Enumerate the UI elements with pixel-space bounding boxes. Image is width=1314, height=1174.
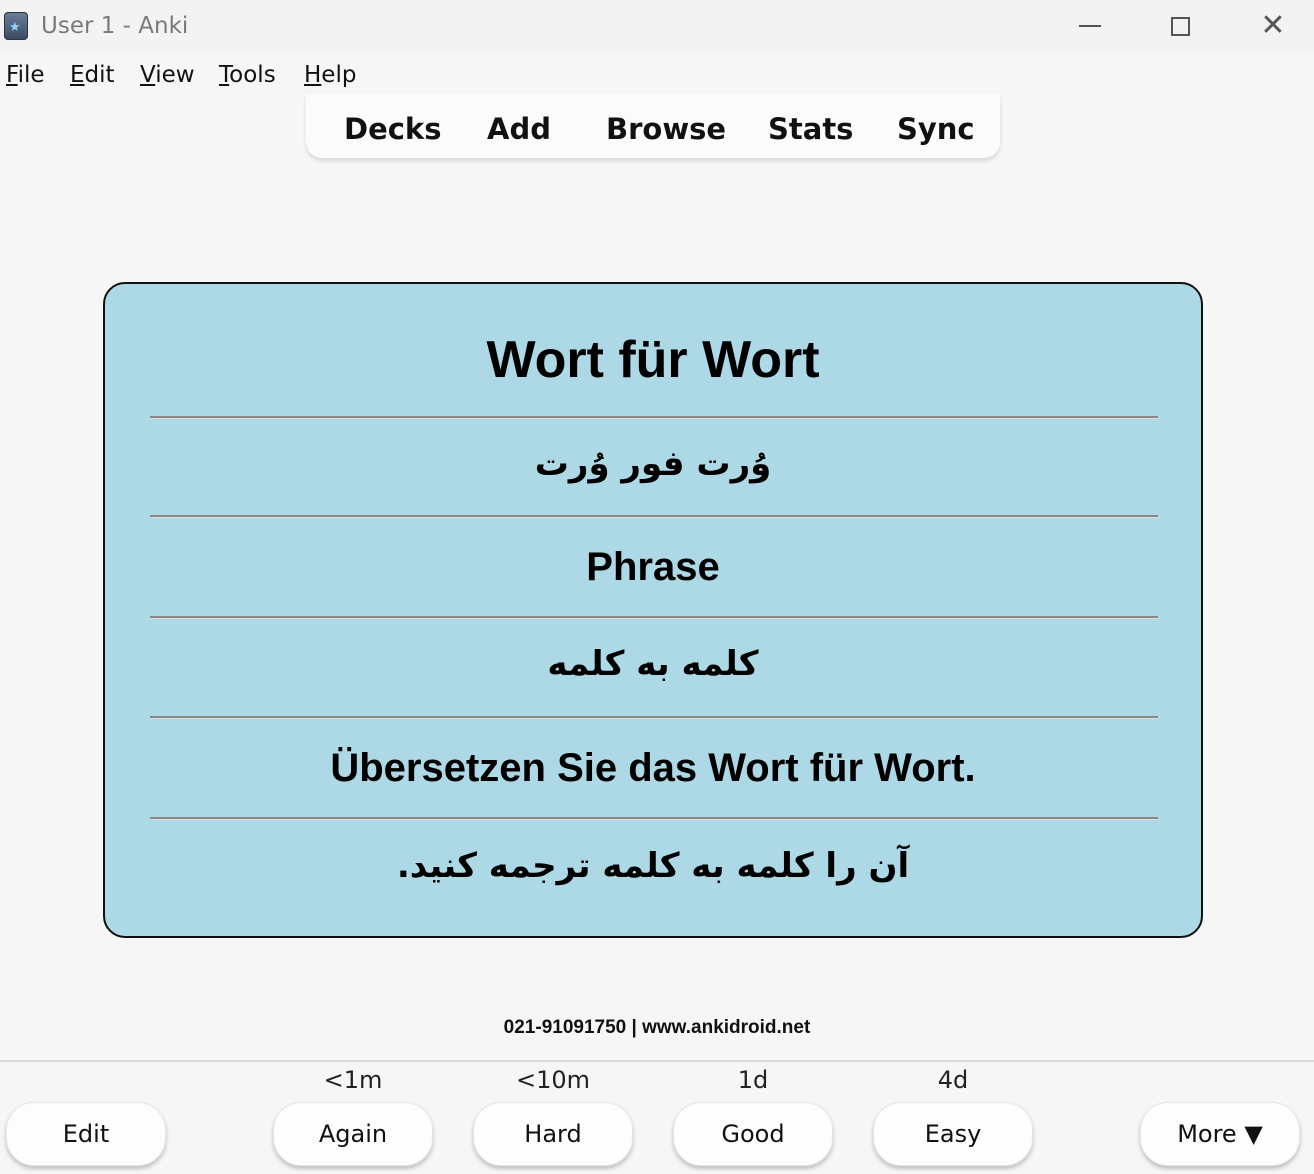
menu-tools-accel: T — [219, 62, 230, 88]
close-button[interactable]: ✕ — [1253, 8, 1293, 44]
good-interval: 1d — [737, 1066, 769, 1094]
again-button[interactable]: Again — [273, 1102, 433, 1166]
menu-help[interactable]: Help — [304, 62, 356, 88]
card-example: Übersetzen Sie das Wort für Wort. — [330, 746, 976, 790]
divider — [150, 817, 1158, 820]
menu-help-label: elp — [321, 62, 357, 88]
menu-file-accel: F — [6, 62, 18, 88]
menu-edit[interactable]: Edit — [70, 62, 115, 88]
close-icon: ✕ — [1260, 8, 1286, 43]
divider — [150, 416, 1158, 419]
card-pronunciation: وُرت فور وُرت — [534, 444, 772, 484]
main-toolbar: Decks Add Browse Stats Sync — [306, 94, 1000, 158]
menu-edit-accel: E — [70, 62, 85, 88]
card-example-translation: آن را کلمه به کلمه ترجمه کنید. — [396, 846, 910, 886]
footer-contact: 021-91091750 | www.ankidroid.net — [503, 1017, 811, 1038]
divider — [150, 716, 1158, 719]
hard-button[interactable]: Hard — [473, 1102, 633, 1166]
flashcard: Wort für Wort وُرت فور وُرت Phrase کلمه … — [103, 282, 1203, 938]
more-button[interactable]: More ▼ — [1140, 1102, 1300, 1166]
easy-button[interactable]: Easy — [873, 1102, 1033, 1166]
answer-bar — [0, 1060, 1314, 1174]
menu-file-label: ile — [17, 62, 45, 88]
maximize-button[interactable] — [1160, 8, 1200, 44]
toolbar-add[interactable]: Add — [487, 112, 551, 146]
menu-view-accel: V — [140, 62, 156, 88]
easy-interval: 4d — [937, 1066, 969, 1094]
toolbar-decks[interactable]: Decks — [344, 112, 441, 146]
anki-app-icon — [4, 12, 28, 40]
menu-file[interactable]: File — [6, 62, 45, 88]
minimize-button[interactable] — [1070, 8, 1110, 44]
card-translation: کلمه به کلمه — [547, 644, 759, 684]
menu-view-label: iew — [155, 62, 195, 88]
menu-help-accel: H — [304, 62, 322, 88]
toolbar-browse[interactable]: Browse — [606, 112, 726, 146]
menu-edit-label: dit — [84, 62, 115, 88]
divider — [150, 616, 1158, 619]
menu-tools-label: ools — [229, 62, 276, 88]
card-type: Phrase — [586, 545, 720, 589]
window-title: User 1 - Anki — [41, 13, 189, 39]
edit-button[interactable]: Edit — [6, 1102, 166, 1166]
minimize-icon — [1079, 25, 1101, 27]
good-button[interactable]: Good — [673, 1102, 833, 1166]
again-interval: <1m — [323, 1066, 383, 1094]
toolbar-stats[interactable]: Stats — [768, 112, 853, 146]
divider — [150, 515, 1158, 518]
menu-view[interactable]: View — [140, 62, 195, 88]
menu-tools[interactable]: Tools — [219, 62, 276, 88]
toolbar-sync[interactable]: Sync — [897, 112, 975, 146]
maximize-icon — [1170, 16, 1190, 36]
card-word: Wort für Wort — [486, 331, 820, 389]
title-bar: User 1 - Anki ✕ — [0, 0, 1314, 52]
hard-interval: <10m — [515, 1066, 591, 1094]
